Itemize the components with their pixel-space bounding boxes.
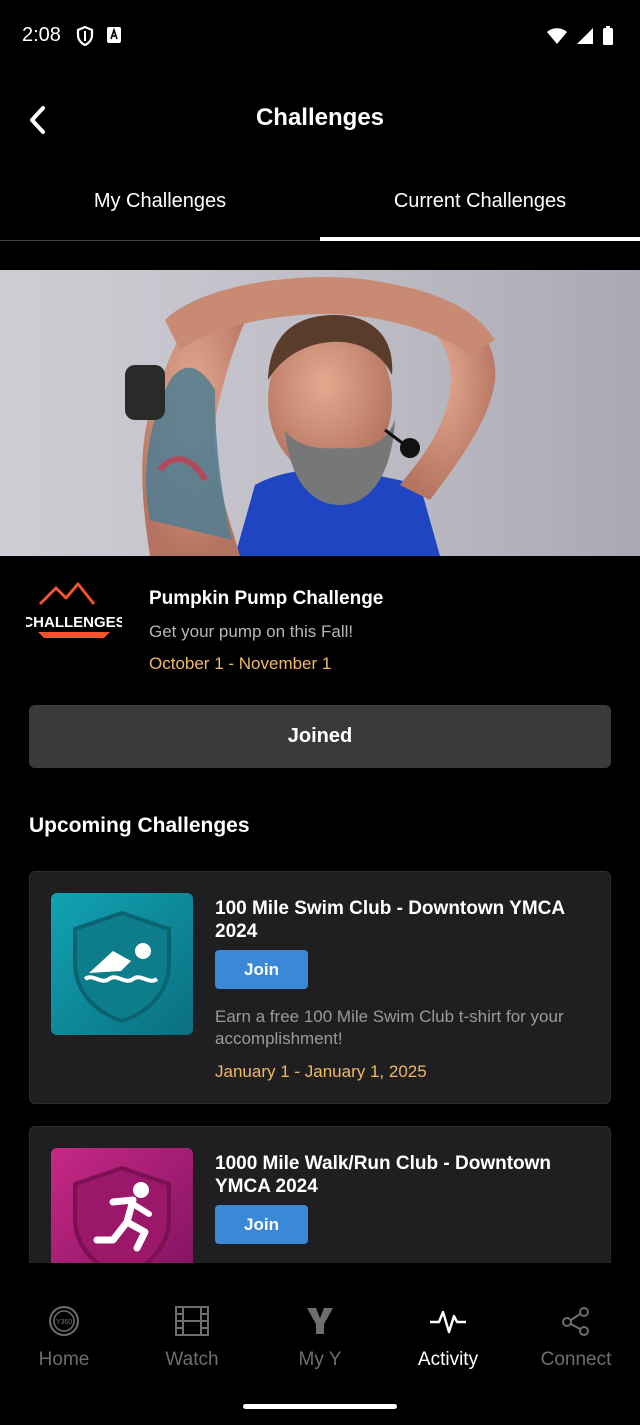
app-header: Challenges <box>0 80 640 160</box>
home-indicator[interactable] <box>243 1404 397 1409</box>
tab-current-challenges[interactable]: Current Challenges <box>320 170 640 241</box>
nav-my-y[interactable]: My Y <box>256 1303 384 1371</box>
challenge-card[interactable]: 100 Mile Swim Club - Downtown YMCA 2024 … <box>29 871 611 1104</box>
nav-watch[interactable]: Watch <box>128 1303 256 1371</box>
joined-button[interactable]: Joined <box>29 705 611 768</box>
status-time: 2:08 <box>22 24 61 46</box>
challenges-logo: CHALLENGES <box>22 582 126 638</box>
svg-text:Y360: Y360 <box>56 1319 72 1326</box>
signal-icon <box>577 28 593 44</box>
nav-label: My Y <box>298 1349 342 1370</box>
wifi-icon <box>547 28 567 44</box>
challenge-dates: January 1 - January 1, 2025 <box>215 1062 427 1081</box>
nav-home[interactable]: Y360 Home <box>0 1303 128 1371</box>
shield-icon <box>76 26 94 46</box>
nav-label: Watch <box>165 1349 219 1370</box>
nav-activity[interactable]: Activity <box>384 1303 512 1371</box>
y360-icon: Y360 <box>49 1306 79 1336</box>
challenge-title: 1000 Mile Walk/Run Club - Downtown YMCA … <box>215 1153 552 1197</box>
featured-subtitle: Get your pump on this Fall! <box>149 622 354 641</box>
status-system-icons <box>546 26 614 46</box>
featured-dates: October 1 - November 1 <box>149 654 332 673</box>
nav-label: Home <box>38 1349 90 1370</box>
y-logo-icon <box>307 1308 333 1334</box>
film-icon <box>175 1306 209 1336</box>
featured-title: Pumpkin Pump Challenge <box>149 588 384 609</box>
app-notification-icon <box>107 27 121 43</box>
nav-label: Connect <box>540 1349 612 1370</box>
challenge-tabs: My Challenges Current Challenges <box>0 170 640 241</box>
featured-challenge[interactable]: CHALLENGES Pumpkin Pump Challenge Get yo… <box>0 572 640 692</box>
join-button[interactable]: Join <box>215 950 308 989</box>
challenge-thumbnail <box>51 893 193 1035</box>
nav-label: Activity <box>417 1349 479 1370</box>
upcoming-section-title: Upcoming Challenges <box>29 814 250 837</box>
featured-challenge-image <box>0 270 640 556</box>
join-button[interactable]: Join <box>215 1205 308 1244</box>
logo-text: CHALLENGES <box>26 614 122 631</box>
challenge-description: Earn a free 100 Mile Swim Club t-shirt f… <box>215 1007 564 1048</box>
page-title: Challenges <box>255 104 385 131</box>
battery-icon <box>603 26 613 45</box>
tab-my-challenges[interactable]: My Challenges <box>0 170 320 240</box>
nav-connect[interactable]: Connect <box>512 1303 640 1371</box>
challenge-title: 100 Mile Swim Club - Downtown YMCA 2024 <box>215 898 565 942</box>
share-network-icon <box>562 1307 589 1336</box>
pulse-icon <box>430 1310 466 1334</box>
status-bar: 2:08 <box>0 0 640 72</box>
status-notification-icons <box>76 26 122 46</box>
hero-photo <box>0 270 640 556</box>
bottom-nav: Y360 Home Watch My Y Activity Connect <box>0 1263 640 1425</box>
